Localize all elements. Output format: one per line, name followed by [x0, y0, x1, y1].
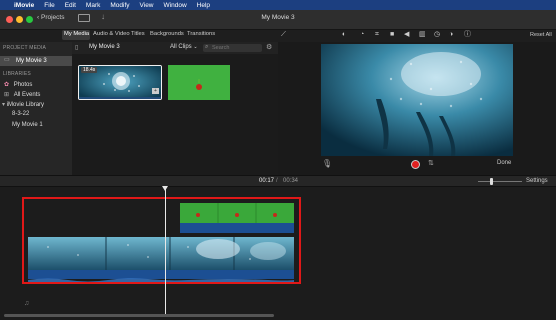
- timeline-scrollbar[interactable]: [4, 314, 274, 317]
- playhead[interactable]: [162, 186, 168, 314]
- total-time: 00:34: [283, 178, 299, 184]
- sidebar-item-my-movie-3[interactable]: ▭ My Movie 3: [0, 56, 72, 66]
- search-field[interactable]: ⌕: [203, 44, 262, 52]
- tab-audio-video[interactable]: Audio & Video: [93, 31, 130, 37]
- grid-icon: ⊞: [4, 92, 10, 98]
- menu-file[interactable]: File: [44, 2, 54, 9]
- timeline: ♫: [0, 186, 556, 320]
- color-balance-icon[interactable]: ◐: [342, 30, 346, 40]
- clip-selection-highlight: [22, 197, 301, 284]
- sidebar-item-imovie-library[interactable]: ▾ iMovie Library: [2, 101, 44, 108]
- color-correction-icon[interactable]: ◔: [360, 30, 364, 40]
- sidebar-toggle-icon[interactable]: ▯: [75, 44, 78, 51]
- playhead-handle-icon[interactable]: [162, 186, 168, 191]
- timeline-settings-button[interactable]: Settings: [526, 178, 548, 184]
- menu-help[interactable]: Help: [197, 2, 210, 9]
- video-viewer: 🎙 ⇅ Done: [278, 42, 556, 175]
- tab-transitions[interactable]: Transitions: [187, 31, 215, 37]
- tab-titles[interactable]: Titles: [131, 31, 145, 37]
- menu-window[interactable]: Window: [164, 2, 187, 9]
- done-button[interactable]: Done: [497, 160, 511, 166]
- sidebar-project-label: My Movie 3: [16, 57, 47, 64]
- window-toolbar: ‹ Projects ↓ My Movie 3: [0, 10, 556, 30]
- current-time: 00:17: [259, 178, 275, 184]
- viewer-preview: [321, 44, 513, 156]
- tab-backgrounds[interactable]: Backgrounds: [150, 31, 184, 37]
- chevron-down-icon: ⌄: [193, 44, 198, 50]
- magic-wand-icon[interactable]: ⟋: [281, 30, 286, 40]
- equalizer-icon[interactable]: ▥: [419, 30, 426, 40]
- reset-all-button[interactable]: Reset All: [530, 30, 552, 40]
- stabilization-icon[interactable]: ■: [390, 30, 394, 40]
- library-name-label: iMovie Library: [6, 102, 45, 108]
- tab-my-media[interactable]: My Media: [64, 31, 89, 37]
- clip-filter-label: All Clips: [170, 44, 192, 50]
- clip-filter-select[interactable]: All Clips ⌄: [170, 44, 198, 50]
- browser-tabs: My Media Audio & Video Titles Background…: [0, 30, 278, 40]
- sidebar-item-event-2[interactable]: My Movie 1: [12, 122, 43, 128]
- project-media-header: PROJECT MEDIA: [3, 45, 47, 51]
- swap-icon[interactable]: ⇅: [428, 159, 434, 167]
- media-browser: ▯ My Movie 3 All Clips ⌄ ⌕ ⚙: [72, 42, 278, 175]
- green-clip-image: [168, 65, 230, 100]
- speed-icon[interactable]: ◷: [434, 30, 440, 40]
- menu-edit[interactable]: Edit: [65, 2, 76, 9]
- photos-icon: ✿: [4, 82, 10, 88]
- add-clip-icon[interactable]: +: [152, 88, 159, 94]
- settings-gear-icon[interactable]: ⚙: [266, 43, 272, 51]
- record-button[interactable]: [411, 160, 420, 169]
- film-icon: ▭: [4, 57, 10, 63]
- sidebar-item-all-events[interactable]: ⊞ All Events: [4, 91, 40, 98]
- timeline-header: 00:17 / 00:34 Settings: [0, 175, 556, 187]
- microphone-icon[interactable]: 🎙: [322, 159, 332, 168]
- clip-thumbnail-green[interactable]: [168, 65, 230, 100]
- crop-icon[interactable]: ⌗: [375, 30, 379, 40]
- menu-bar: iMovie File Edit Mark Modify View Window…: [0, 0, 556, 10]
- menu-modify[interactable]: Modify: [110, 2, 129, 9]
- menu-mark[interactable]: Mark: [86, 2, 100, 9]
- menu-view[interactable]: View: [140, 2, 154, 9]
- preview-frame-image: [321, 44, 513, 156]
- volume-icon[interactable]: ◀: [404, 30, 409, 40]
- menu-app-name[interactable]: iMovie: [14, 2, 34, 9]
- sidebar-item-photos[interactable]: ✿ Photos: [4, 81, 32, 88]
- libraries-header: LIBRARIES: [3, 71, 31, 77]
- photos-label: Photos: [13, 82, 33, 88]
- search-input[interactable]: [212, 44, 260, 52]
- browser-title: My Movie 3: [89, 44, 120, 50]
- filter-icon[interactable]: ◑: [449, 30, 453, 40]
- time-separator: /: [276, 178, 278, 184]
- search-icon: ⌕: [205, 44, 209, 50]
- clip-duration-badge: 18.4s: [81, 67, 98, 73]
- adjustment-toolbar: ⟋ ◐ ◔ ⌗ ■ ◀ ▥ ◷ ◑ ⓘ Reset All: [278, 30, 556, 40]
- browser-header: ▯ My Movie 3 All Clips ⌄ ⌕ ⚙: [72, 42, 278, 54]
- info-icon[interactable]: ⓘ: [464, 30, 471, 40]
- zoom-slider-handle[interactable]: [490, 178, 493, 185]
- sidebar-item-event-1[interactable]: 8-3-22: [12, 111, 29, 117]
- disclosure-triangle-icon: ▾: [2, 102, 6, 108]
- all-events-label: All Events: [13, 92, 41, 98]
- library-sidebar: PROJECT MEDIA ▭ My Movie 3 LIBRARIES ✿ P…: [0, 42, 72, 175]
- clip-thumbnail-fish[interactable]: 18.4s +: [78, 65, 162, 100]
- music-note-icon: ♫: [24, 300, 30, 307]
- zoom-slider[interactable]: [478, 178, 522, 185]
- window-title: My Movie 3: [261, 14, 295, 21]
